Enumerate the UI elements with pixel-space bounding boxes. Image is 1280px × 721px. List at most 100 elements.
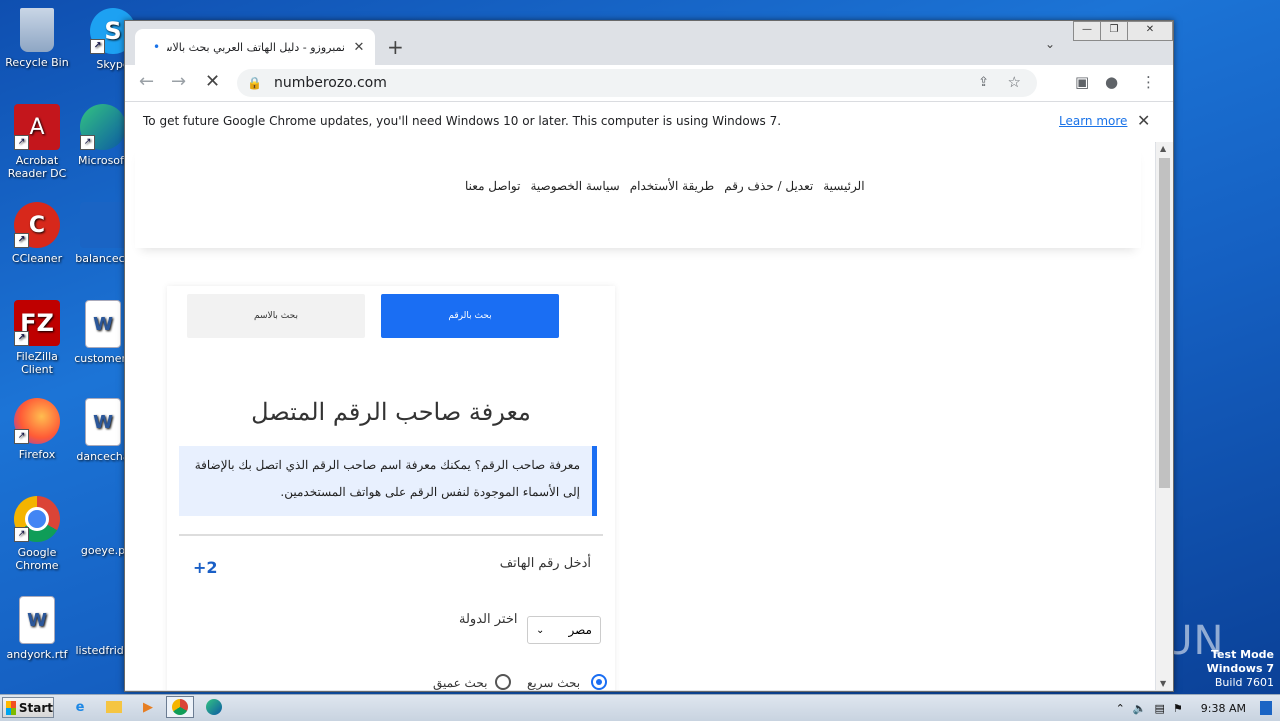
volume-icon[interactable]: 🔈: [1133, 702, 1147, 715]
window-close-button[interactable]: ✕: [1127, 21, 1173, 41]
desktop-icon-recycle-bin[interactable]: Recycle Bin: [2, 8, 72, 69]
taskbar-media-player-icon[interactable]: ▶: [134, 696, 162, 718]
recycle-bin-icon: [20, 8, 54, 52]
search-by-number-tab[interactable]: بحث بالرقم: [381, 294, 559, 338]
shortcut-arrow-icon: ↗: [14, 135, 29, 150]
infobar-message: To get future Google Chrome updates, you…: [143, 114, 782, 128]
chrome-window: • نمبروزو - دليل الهاتف العربي بحث بالاس…: [124, 20, 1174, 692]
divider: [179, 534, 603, 536]
profile-avatar-icon[interactable]: ●: [1105, 73, 1118, 91]
nav-link-contact[interactable]: تواصل معنا: [465, 179, 520, 193]
tab-close-icon[interactable]: ✕: [351, 40, 367, 55]
infobar-close-icon[interactable]: ✕: [1137, 111, 1150, 130]
address-bar[interactable]: 🔒 numberozo.com ⇪ ☆: [237, 69, 1037, 97]
test-mode-line: Test Mode: [1211, 648, 1274, 661]
windows-logo-icon: [6, 700, 16, 715]
desktop-icon-label: Firefox: [18, 448, 56, 461]
tab-title: نمبروزو - دليل الهاتف العربي بحث بالاسم: [167, 40, 345, 54]
info-box: معرفة صاحب الرقم؟ يمكنك معرفة اسم صاحب ا…: [179, 446, 597, 516]
site-nav-links: الرئيسية تعديل / حذف رقم طريقة الأستخدام…: [465, 179, 865, 193]
clock[interactable]: 9:38 AM: [1201, 702, 1246, 715]
desktop-icon-label: Acrobat Reader DC: [7, 154, 67, 180]
start-button[interactable]: Start: [2, 697, 54, 718]
network-icon[interactable]: ▤: [1155, 702, 1165, 715]
country-code: +2: [193, 558, 218, 577]
country-select-value: مصر: [568, 623, 592, 637]
desktop-icon-label: goeye.p: [80, 544, 126, 557]
minimize-button[interactable]: —: [1073, 21, 1101, 41]
page-content: الرئيسية تعديل / حذف رقم طريقة الأستخدام…: [125, 142, 1155, 690]
system-tray: ⌃ 🔈 ▤ ⚑ 9:38 AM: [1116, 695, 1280, 721]
shortcut-arrow-icon: ↗: [14, 331, 29, 346]
desktop-icon-andyork[interactable]: W andyork.rtf: [2, 596, 72, 661]
filezilla-icon: FZ ↗: [14, 300, 60, 346]
windows-version-line: Windows 7: [1206, 662, 1274, 675]
tab-search-chevron-icon[interactable]: ⌄: [1045, 37, 1055, 51]
build-line: Build 7601: [1214, 676, 1274, 689]
country-label: اختر الدولة: [459, 612, 518, 627]
desktop-icon-acrobat[interactable]: A ↗ Acrobat Reader DC: [2, 104, 72, 180]
share-icon[interactable]: ⇪: [978, 75, 989, 90]
desktop-icon-label: andyork.rtf: [6, 648, 68, 661]
scroll-up-arrow-icon[interactable]: ▲: [1160, 144, 1166, 153]
tab-strip: • نمبروزو - دليل الهاتف العربي بحث بالاس…: [125, 21, 1173, 65]
word-doc-icon: W: [85, 398, 121, 446]
folder-icon: [80, 202, 126, 248]
os-test-mode-notice: Test Mode Windows 7 Build 7601: [1207, 648, 1274, 690]
taskbar-explorer-icon[interactable]: [100, 696, 128, 718]
word-doc-icon: W: [19, 596, 55, 644]
desktop-icon-firefox[interactable]: ↗ Firefox: [2, 398, 72, 461]
page-title: معرفة صاحب الرقم المتصل: [251, 398, 531, 426]
desktop-icon-google-chrome[interactable]: ↗ Google Chrome: [2, 496, 72, 572]
desktop-icon-label: Microsoft: [77, 154, 129, 167]
url-text: numberozo.com: [273, 75, 387, 91]
bookmark-star-icon[interactable]: ☆: [1008, 73, 1021, 91]
desktop-icon-ccleaner[interactable]: C ↗ CCleaner: [2, 202, 72, 265]
window-controls: — ❐ ✕: [1073, 21, 1173, 41]
learn-more-link[interactable]: Learn more: [1059, 114, 1127, 128]
browser-tab[interactable]: • نمبروزو - دليل الهاتف العربي بحث بالاس…: [135, 29, 375, 65]
desktop-icon-label: balancecc: [75, 252, 131, 265]
shortcut-arrow-icon: ↗: [14, 429, 29, 444]
desktop-icon-filezilla[interactable]: FZ ↗ FileZilla Client: [2, 300, 72, 376]
forward-arrow-icon[interactable]: →: [171, 71, 186, 92]
start-label: Start: [18, 700, 53, 715]
desktop-icon-label: CCleaner: [11, 252, 63, 265]
quick-search-radio[interactable]: [591, 674, 607, 690]
word-doc-icon: W: [85, 300, 121, 348]
lock-icon: 🔒: [247, 76, 262, 90]
nav-link-how-to-use[interactable]: طريقة الأستخدام: [630, 179, 715, 193]
site-navbar: الرئيسية تعديل / حذف رقم طريقة الأستخدام…: [135, 142, 1141, 248]
chrome-icon: ↗: [14, 496, 60, 542]
page-scrollbar[interactable]: ▲ ▼: [1156, 142, 1173, 690]
menu-kebab-icon[interactable]: ⋮: [1141, 73, 1156, 91]
scroll-down-arrow-icon[interactable]: ▼: [1160, 679, 1166, 688]
acrobat-icon: A ↗: [14, 104, 60, 150]
nav-link-edit-delete[interactable]: تعديل / حذف رقم: [724, 179, 813, 193]
action-center-flag-icon[interactable]: ⚑: [1173, 702, 1183, 715]
scrollbar-thumb[interactable]: [1159, 158, 1170, 488]
taskbar-edge-icon[interactable]: [200, 696, 228, 718]
tray-expand-icon[interactable]: ⌃: [1116, 702, 1125, 715]
restore-button[interactable]: ❐: [1100, 21, 1128, 41]
phone-number-label: أدخل رقم الهاتف: [499, 556, 591, 571]
show-desktop-button[interactable]: [1260, 701, 1272, 715]
deep-search-radio[interactable]: [495, 674, 511, 690]
deep-search-label: بحث عميق: [433, 676, 488, 690]
shortcut-arrow-icon: ↗: [90, 39, 105, 54]
search-by-name-tab[interactable]: بحث بالاسم: [187, 294, 365, 338]
new-tab-button[interactable]: +: [387, 35, 404, 59]
stop-loading-icon[interactable]: ✕: [205, 71, 220, 92]
desktop-icon-label: dancecha: [76, 450, 130, 463]
back-arrow-icon[interactable]: ←: [139, 71, 154, 92]
file-icon: [80, 510, 126, 540]
shortcut-arrow-icon: ↗: [80, 135, 95, 150]
desktop-icon-label: Recycle Bin: [5, 56, 69, 69]
side-panel-icon[interactable]: ▣: [1075, 73, 1089, 91]
country-select[interactable]: مصر ⌄: [527, 616, 601, 644]
taskbar-chrome-icon[interactable]: [166, 696, 194, 718]
nav-link-home[interactable]: الرئيسية: [823, 179, 864, 193]
file-icon: [80, 610, 126, 640]
taskbar-ie-icon[interactable]: e: [66, 696, 94, 718]
nav-link-privacy[interactable]: سياسة الخصوصية: [530, 179, 619, 193]
